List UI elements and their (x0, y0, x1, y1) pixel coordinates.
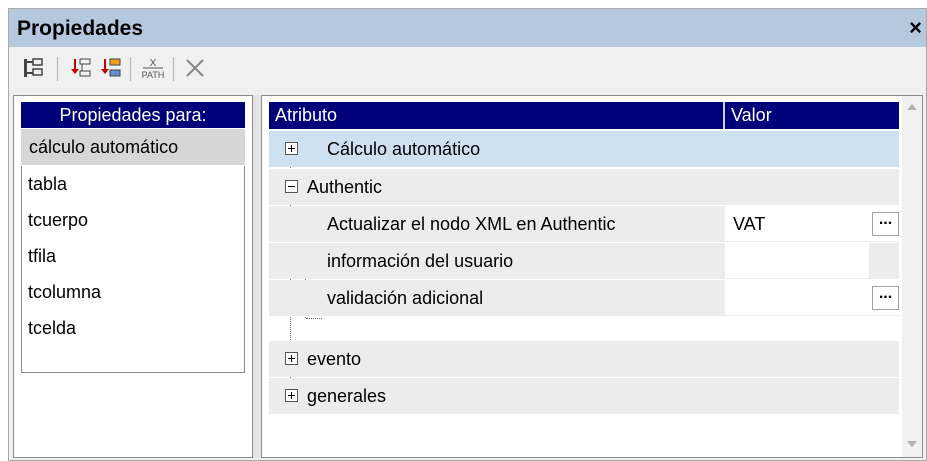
xpath-icon[interactable]: X PATH (139, 54, 167, 82)
attributes-panel: Atributo Valor Cálculo automático Authen… (261, 95, 923, 458)
collapse-icon[interactable] (285, 180, 298, 193)
selected-component[interactable]: cálculo automático (21, 129, 245, 165)
row-label: Actualizar el nodo XML en Authentic (327, 214, 616, 234)
properties-for-header: Propiedades para: (21, 102, 245, 128)
expand-icon[interactable] (285, 142, 298, 155)
row-label: evento (307, 349, 362, 369)
properties-window: Propiedades × X PATH Propiedades para: c… (8, 8, 927, 461)
value-text: VAT (733, 214, 766, 234)
expand-icon[interactable] (285, 389, 298, 402)
browse-button[interactable]: ... (872, 212, 899, 236)
pane-splitter[interactable] (253, 95, 261, 458)
properties-for-panel: Propiedades para: cálculo automático tab… (13, 95, 253, 458)
row-label: información del usuario (327, 251, 514, 271)
component-list: tabla tcuerpo tfila tcolumna tcelda (21, 166, 245, 373)
scroll-down-icon[interactable] (907, 441, 917, 447)
add-property-group-icon[interactable] (97, 54, 125, 82)
row-label: Cálculo automático (327, 139, 481, 159)
row-label: generales (307, 386, 387, 406)
close-icon[interactable]: × (909, 15, 922, 41)
toolbar: X PATH (9, 49, 926, 89)
list-item[interactable]: tcolumna (22, 274, 244, 310)
delete-icon[interactable] (181, 54, 209, 82)
tree-row-validacion[interactable]: validación adicional ... (269, 280, 899, 316)
browse-button[interactable]: ... (872, 286, 899, 310)
vertical-scrollbar[interactable] (902, 96, 922, 457)
tree-row-actualizar[interactable]: Actualizar el nodo XML en Authentic VAT … (269, 206, 899, 242)
tree-row-evento[interactable]: evento (269, 341, 899, 377)
scroll-up-icon[interactable] (907, 104, 917, 110)
tree-row-authentic[interactable]: Authentic (269, 169, 899, 205)
title-bar: Propiedades × (9, 9, 926, 47)
attributes-header: Atributo Valor (269, 102, 899, 129)
tree-row-informacion[interactable]: información del usuario (269, 243, 899, 279)
value-column-header[interactable]: Valor (731, 105, 772, 126)
row-label: Authentic (307, 177, 383, 197)
tree-view-icon[interactable] (19, 54, 47, 82)
list-item[interactable]: tcuerpo (22, 202, 244, 238)
tree-row-calculo[interactable]: Cálculo automático (269, 131, 899, 167)
add-property-icon[interactable] (67, 54, 95, 82)
attribute-column-header[interactable]: Atributo (275, 105, 337, 126)
row-label: validación adicional (327, 288, 484, 308)
list-item[interactable]: tabla (22, 166, 244, 202)
window-title: Propiedades (17, 17, 144, 40)
value-cell[interactable] (725, 243, 869, 278)
xpath-bottom: PATH (142, 70, 165, 80)
list-item[interactable]: tcelda (22, 310, 244, 346)
xpath-top: X (150, 58, 157, 69)
tree-row-generales[interactable]: generales (269, 378, 899, 414)
expand-icon[interactable] (285, 352, 298, 365)
list-item[interactable]: tfila (22, 238, 244, 274)
